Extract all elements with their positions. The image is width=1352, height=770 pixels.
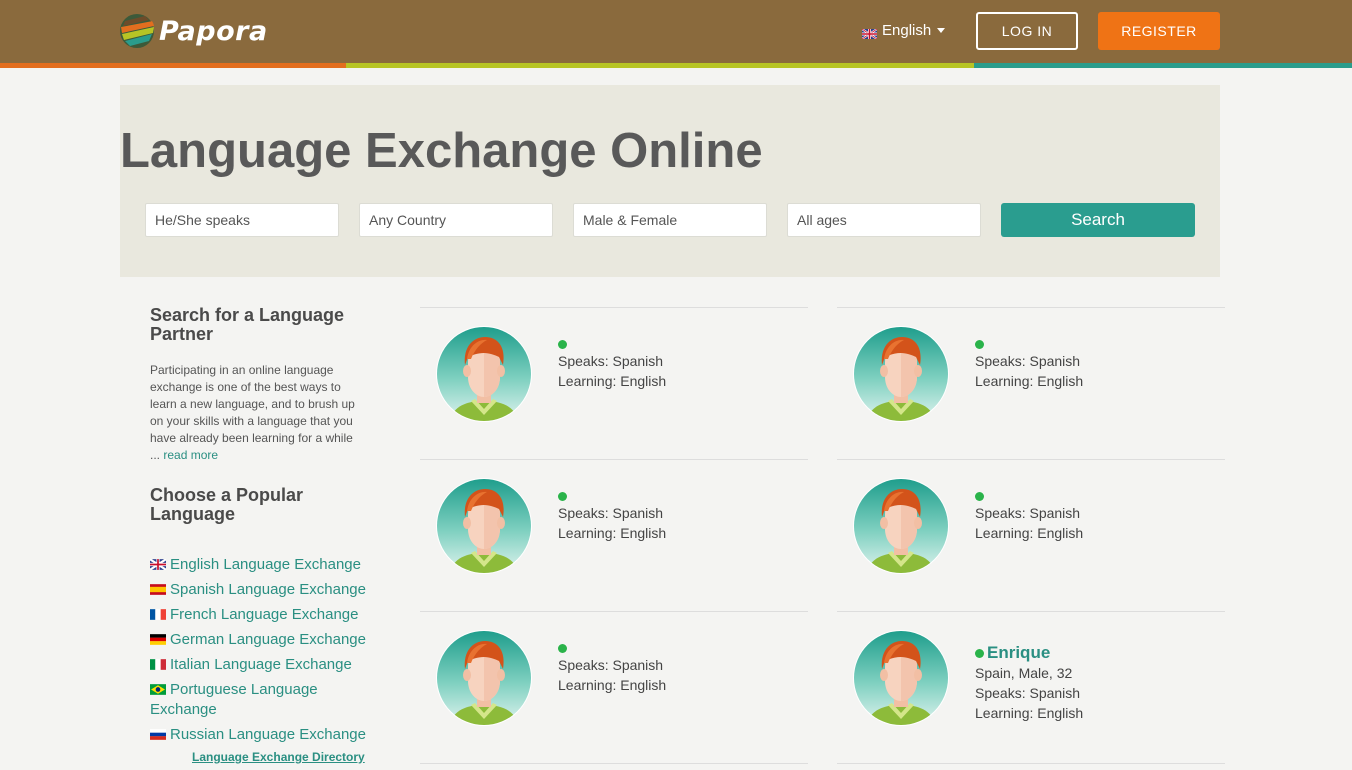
register-button[interactable]: REGISTER	[1098, 12, 1220, 50]
header-stripe-teal	[974, 63, 1352, 68]
member-card[interactable]: Speaks: Spanish Learning: English	[420, 459, 808, 611]
member-speaks: Speaks: Spanish	[975, 685, 1081, 701]
language-link-label: German Language Exchange	[170, 631, 366, 648]
logo-text: Papora	[159, 15, 268, 47]
member-card[interactable]: Speaks: Spanish Learning: English	[837, 459, 1225, 611]
language-link-label: English Language Exchange	[170, 556, 361, 573]
member-status-line	[975, 490, 1083, 503]
online-status-dot	[558, 492, 567, 501]
online-status-dot	[975, 492, 984, 501]
member-speaks: Speaks: Spanish	[558, 505, 664, 521]
member-info: Speaks: Spanish Learning: English	[558, 338, 666, 391]
language-link-german[interactable]: German Language Exchange	[150, 630, 370, 650]
search-hero: Language Exchange Online He/She speaks A…	[120, 85, 1220, 277]
language-link-french[interactable]: French Language Exchange	[150, 605, 370, 625]
country-select[interactable]: Any Country	[359, 203, 553, 237]
language-link-label: Italian Language Exchange	[170, 656, 352, 673]
member-info: Enrique Spain, Male, 32 Speaks: Spanish Lea…	[975, 643, 1083, 723]
language-link-italian[interactable]: Italian Language Exchange	[150, 655, 370, 675]
member-learning: Learning: English	[558, 677, 667, 693]
online-status-dot	[975, 340, 984, 349]
member-status-line	[558, 642, 666, 655]
language-link-label: Portuguese Language Exchange	[150, 681, 318, 718]
sidebar: Search for a Language Partner Participat…	[149, 305, 380, 764]
online-status-dot	[975, 649, 984, 658]
member-name[interactable]: Enrique	[987, 643, 1050, 662]
popular-language-list: English Language Exchange Spanish Langua…	[149, 555, 370, 750]
member-speaks: Speaks: Spanish	[558, 657, 664, 673]
member-info: Speaks: Spanish Learning: English	[975, 338, 1083, 391]
spain-flag-icon	[150, 581, 166, 595]
member-avatar[interactable]	[435, 477, 533, 575]
sidebar-heading-popular: Choose a Popular Language	[150, 485, 304, 524]
sidebar-intro: Participating in an online language exch…	[150, 362, 365, 464]
germany-flag-icon	[150, 631, 166, 645]
chevron-down-icon	[937, 28, 946, 33]
member-learning: Learning: English	[975, 705, 1084, 721]
read-more-link[interactable]: read more	[163, 448, 218, 462]
login-button[interactable]: LOG IN	[976, 12, 1078, 50]
member-card[interactable]: Speaks: Spanish Learning: English	[837, 307, 1225, 459]
grid-divider	[837, 763, 1225, 770]
language-exchange-directory-link[interactable]: Language Exchange Directory	[192, 750, 365, 764]
france-flag-icon	[150, 606, 166, 620]
member-status-line	[975, 338, 1083, 351]
member-info: Speaks: Spanish Learning: English	[558, 642, 666, 695]
speaks-language-select[interactable]: He/She speaks	[145, 203, 339, 237]
member-avatar[interactable]	[852, 629, 950, 727]
age-select[interactable]: All ages	[787, 203, 981, 237]
member-learning: Learning: English	[975, 373, 1084, 389]
page-title: Language Exchange Online	[120, 124, 763, 178]
uk-flag-icon	[861, 26, 878, 40]
uk-flag-icon	[149, 556, 167, 571]
online-status-dot	[558, 644, 567, 653]
member-info: Speaks: Spanish Learning: English	[558, 490, 666, 543]
language-selector-label: English	[882, 22, 932, 39]
online-status-dot	[558, 340, 567, 349]
language-link-label: French Language Exchange	[170, 606, 359, 623]
papora-logo[interactable]: Papora	[119, 13, 268, 49]
member-avatar[interactable]	[435, 325, 533, 423]
member-info: Speaks: Spanish Learning: English	[975, 490, 1083, 543]
sidebar-heading-search: Search for a Language Partner	[150, 305, 345, 344]
brazil-flag-icon	[150, 681, 166, 695]
member-speaks: Speaks: Spanish	[975, 505, 1081, 521]
member-speaks: Speaks: Spanish	[975, 353, 1081, 369]
member-card[interactable]: Speaks: Spanish Learning: English	[420, 307, 808, 459]
language-selector[interactable]: English	[861, 22, 946, 40]
member-status-line	[558, 338, 666, 351]
language-link-portuguese[interactable]: Portuguese Language Exchange	[150, 680, 370, 720]
grid-divider	[420, 763, 808, 770]
language-link-spanish[interactable]: Spanish Language Exchange	[150, 580, 370, 600]
member-avatar[interactable]	[852, 477, 950, 575]
language-link-russian[interactable]: Russian Language Exchange	[150, 725, 370, 745]
gender-select[interactable]: Male & Female	[573, 203, 767, 237]
member-avatar[interactable]	[852, 325, 950, 423]
member-learning: Learning: English	[975, 525, 1084, 541]
member-learning: Learning: English	[558, 525, 667, 541]
russia-flag-icon	[150, 726, 166, 740]
member-status-line	[558, 490, 666, 503]
member-status-line: Enrique	[975, 643, 1083, 663]
italy-flag-icon	[150, 656, 166, 670]
member-card[interactable]: Speaks: Spanish Learning: English	[420, 611, 808, 763]
member-card[interactable]: Enrique Spain, Male, 32 Speaks: Spanish Lea…	[837, 611, 1225, 763]
papora-globe-icon	[119, 13, 155, 49]
member-learning: Learning: English	[558, 373, 667, 389]
language-link-label: Spanish Language Exchange	[170, 581, 366, 598]
language-link-english[interactable]: English Language Exchange	[149, 555, 370, 575]
header-stripe-orange	[0, 63, 346, 68]
member-avatar[interactable]	[435, 629, 533, 727]
member-location: Spain, Male, 32	[975, 665, 1073, 681]
member-speaks: Speaks: Spanish	[558, 353, 664, 369]
language-link-label: Russian Language Exchange	[170, 726, 366, 743]
search-button[interactable]: Search	[1001, 203, 1195, 237]
header-stripe-green	[346, 63, 974, 68]
